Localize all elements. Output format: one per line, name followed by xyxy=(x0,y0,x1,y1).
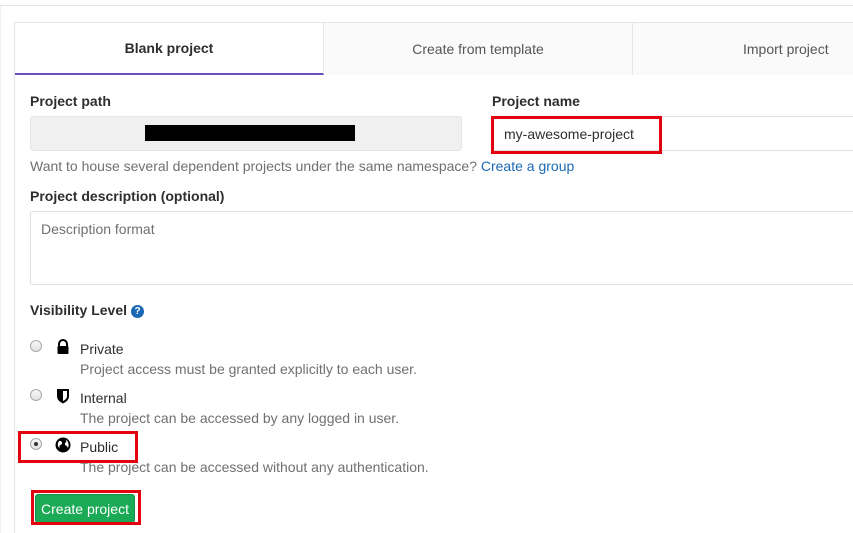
project-name-input[interactable] xyxy=(492,116,853,151)
visibility-private-desc: Project access must be granted explicitl… xyxy=(80,361,417,377)
create-group-link[interactable]: Create a group xyxy=(481,158,574,174)
tab-import-project[interactable]: Import project xyxy=(633,23,853,75)
visibility-internal-title: Internal xyxy=(80,390,127,406)
visibility-internal-desc: The project can be accessed by any logge… xyxy=(80,410,400,426)
radio-private[interactable] xyxy=(30,340,42,352)
visibility-private-title: Private xyxy=(80,341,124,357)
left-gutter xyxy=(0,6,1,533)
project-path-label: Project path xyxy=(30,93,111,109)
visibility-public-title: Public xyxy=(80,439,119,455)
visibility-label: Visibility Level? xyxy=(30,302,145,318)
namespace-hint-text: Want to house several dependent projects… xyxy=(30,158,477,174)
namespace-hint: Want to house several dependent projects… xyxy=(30,158,574,174)
description-label: Project description (optional) xyxy=(30,188,225,204)
create-project-button[interactable]: Create project xyxy=(35,494,135,523)
lock-icon xyxy=(57,339,69,354)
help-icon[interactable]: ? xyxy=(131,305,145,318)
project-tabs: Blank project Create from template Impor… xyxy=(14,22,853,75)
globe-icon xyxy=(55,437,71,453)
redaction-bar xyxy=(145,125,355,141)
top-divider xyxy=(0,0,853,6)
radio-internal[interactable] xyxy=(30,389,42,401)
shield-icon xyxy=(57,389,69,404)
tab-blank-project[interactable]: Blank project xyxy=(15,23,324,75)
description-textarea[interactable] xyxy=(30,211,853,285)
visibility-label-text: Visibility Level xyxy=(30,302,128,318)
visibility-public-desc: The project can be accessed without any … xyxy=(80,459,429,475)
project-name-label: Project name xyxy=(492,93,580,109)
tab-create-from-template[interactable]: Create from template xyxy=(324,23,633,75)
radio-public[interactable] xyxy=(30,438,42,450)
content-border xyxy=(14,74,15,533)
